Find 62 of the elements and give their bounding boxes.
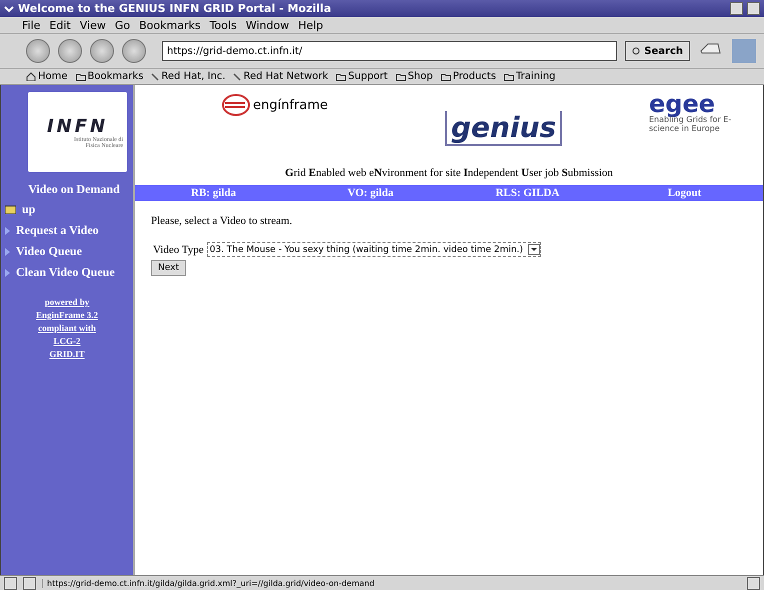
forward-button[interactable] (58, 39, 82, 63)
sidebar-item[interactable]: Video Queue (1, 241, 133, 262)
search-icon (632, 46, 642, 56)
field-label: Video Type (153, 244, 204, 256)
menu-item[interactable]: Edit (49, 18, 71, 32)
folder-icon (76, 72, 86, 80)
folder-icon (440, 72, 451, 80)
credit-link[interactable]: LCG-2 (54, 336, 80, 346)
portal-subtitle: Grid Enabled web eNvironment for site Independent User job Submission (284, 167, 614, 179)
menu-item[interactable]: Bookmarks (139, 18, 201, 32)
instruction-text: Please, select a Video to stream. (151, 215, 294, 227)
bookmark-item[interactable]: Home (26, 71, 68, 82)
bookmark-item[interactable]: Shop (396, 71, 433, 82)
video-dropdown[interactable]: 03. The Mouse - You sexy thing (waiting time 2min. video time 2min.) (206, 242, 541, 257)
folder-icon (5, 205, 16, 214)
sidebar-heading: Video on Demand (27, 182, 121, 197)
menu-item[interactable]: File (22, 18, 40, 32)
bookmark-item[interactable]: Products (440, 71, 496, 82)
credit-link[interactable]: EnginFrame 3.2 (36, 310, 98, 320)
house-icon (26, 72, 36, 81)
bookmark-item[interactable]: Training (504, 71, 556, 82)
status-url: https://grid-demo.ct.infn.it/gilda/gilda.grid.xml?_uri=//gilda.grid/video-on-demand (42, 578, 741, 588)
triangle-icon (5, 268, 10, 276)
enginframe-logo: engínframe (221, 93, 328, 117)
bookmark-item[interactable]: Bookmarks (76, 71, 144, 82)
triangle-icon (5, 226, 10, 234)
info-label: RB: gilda (191, 187, 236, 199)
menu-item[interactable]: Tools (210, 18, 237, 32)
bookmark-item[interactable]: Support (336, 71, 388, 82)
sidebar-item[interactable]: Request a Video (1, 220, 133, 241)
folder-icon (336, 72, 346, 80)
folder-icon (396, 72, 406, 80)
egee-logo: egee Enabling Grids for E-science in Europe (649, 93, 732, 135)
menu-icon[interactable] (4, 4, 14, 14)
reload-button[interactable] (90, 39, 114, 63)
window-title: Welcome to the GENIUS INFN GRID Portal - Mozilla (18, 2, 332, 15)
triangle-icon (5, 248, 10, 256)
next-button[interactable]: Next (151, 260, 186, 276)
menu-item[interactable]: Help (298, 18, 324, 32)
back-button[interactable] (26, 39, 50, 63)
folder-icon (504, 72, 514, 80)
menu-item[interactable]: View (80, 18, 106, 32)
info-label: RLS: GILDA (496, 187, 560, 199)
bookmark-item[interactable]: Red Hat Network (233, 71, 328, 82)
menu-item[interactable]: Window (246, 18, 290, 32)
menu-item[interactable]: Go (114, 18, 130, 32)
bookmark-icon (233, 72, 242, 80)
credit-link[interactable]: powered by (44, 297, 90, 307)
search-button[interactable]: Search (625, 41, 690, 61)
maximize-button[interactable] (747, 2, 760, 15)
genius-logo: genius (445, 111, 562, 146)
credit-link[interactable]: compliant with (38, 323, 96, 333)
stop-button[interactable] (122, 39, 146, 63)
bookmark-icon (151, 72, 160, 80)
info-label: VO: gilda (348, 187, 394, 199)
bookmark-item[interactable]: Red Hat, Inc. (151, 71, 226, 82)
credit-link[interactable]: GRID.IT (49, 349, 85, 359)
info-label: Logout (668, 187, 702, 199)
sidebar-item[interactable]: up (1, 199, 133, 220)
sidebar-item[interactable]: Clean Video Queue (1, 262, 133, 283)
address-field[interactable]: https://grid-demo.ct.infn.it/ (162, 41, 618, 61)
minimize-button[interactable] (730, 2, 743, 15)
